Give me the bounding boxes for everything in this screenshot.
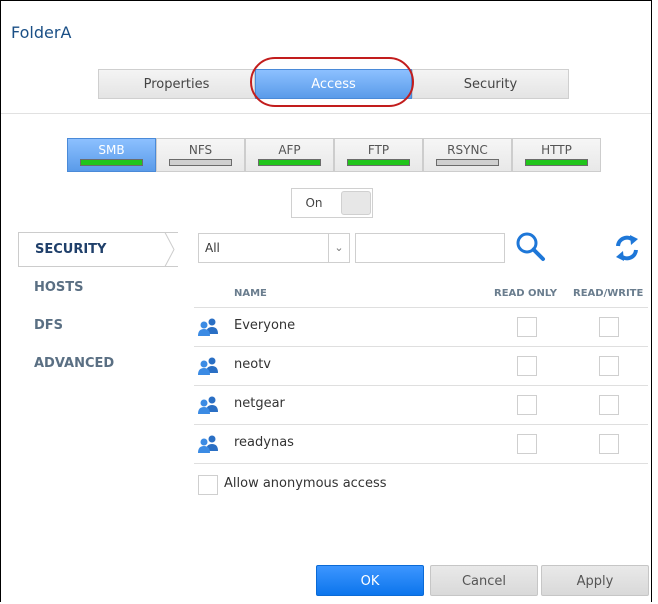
ftp-status-bar bbox=[347, 159, 410, 166]
read-write-checkbox[interactable] bbox=[599, 317, 619, 337]
group-icon bbox=[198, 396, 218, 414]
tab-smb-label: SMB bbox=[98, 143, 125, 157]
ok-button[interactable]: OK bbox=[316, 565, 424, 596]
header-read-write: READ/WRITE bbox=[573, 288, 644, 299]
protocol-tabs: SMB NFS AFP FTP RSYNC HTTP bbox=[67, 138, 601, 172]
group-icon bbox=[198, 435, 218, 453]
toggle-knob bbox=[341, 191, 371, 215]
tab-security[interactable]: Security bbox=[412, 69, 569, 99]
nav-security[interactable]: SECURITY bbox=[18, 232, 178, 267]
read-only-checkbox[interactable] bbox=[517, 356, 537, 376]
tab-access[interactable]: Access bbox=[255, 69, 412, 99]
nav-dfs[interactable]: DFS bbox=[18, 307, 178, 345]
nav-hosts[interactable]: HOSTS bbox=[18, 269, 178, 307]
table-header: NAME READ ONLY READ/WRITE bbox=[194, 281, 648, 307]
tab-nfs-label: NFS bbox=[188, 143, 213, 157]
table-row: neotv bbox=[194, 346, 648, 385]
row-name: readynas bbox=[234, 435, 294, 450]
anonymous-access-checkbox[interactable] bbox=[198, 475, 218, 495]
tab-smb[interactable]: SMB bbox=[67, 138, 156, 172]
tab-afp-label: AFP bbox=[278, 143, 301, 157]
user-filter-select[interactable]: All ⌄ bbox=[198, 233, 350, 263]
tab-ftp-label: FTP bbox=[367, 143, 390, 157]
header-read-only: READ ONLY bbox=[494, 288, 557, 299]
read-only-checkbox[interactable] bbox=[517, 434, 537, 454]
tab-rsync[interactable]: RSYNC bbox=[423, 138, 512, 172]
nav-advanced[interactable]: ADVANCED bbox=[18, 345, 178, 383]
row-name: Everyone bbox=[234, 318, 296, 333]
smb-status-bar bbox=[80, 159, 143, 166]
table-row: netgear bbox=[194, 385, 648, 424]
dialog-title: FolderA bbox=[11, 23, 72, 42]
group-icon bbox=[198, 357, 218, 375]
filter-value: All bbox=[205, 241, 220, 255]
active-nav-arrow bbox=[157, 232, 175, 267]
apply-button[interactable]: Apply bbox=[541, 565, 649, 596]
read-write-checkbox[interactable] bbox=[599, 395, 619, 415]
row-name: netgear bbox=[234, 396, 285, 411]
http-status-bar bbox=[525, 159, 588, 166]
rsync-status-bar bbox=[436, 159, 499, 166]
main-tabs: Properties Access Security bbox=[98, 69, 569, 99]
toggle-label: On bbox=[305, 196, 323, 210]
search-icon[interactable] bbox=[514, 230, 548, 264]
group-icon bbox=[198, 318, 218, 336]
table-bottom-divider bbox=[194, 463, 648, 465]
search-input-wrap bbox=[355, 233, 505, 263]
tab-http[interactable]: HTTP bbox=[512, 138, 601, 172]
tab-properties[interactable]: Properties bbox=[98, 69, 255, 99]
tab-nfs[interactable]: NFS bbox=[156, 138, 245, 172]
tab-http-label: HTTP bbox=[541, 143, 572, 157]
tab-rsync-label: RSYNC bbox=[447, 143, 488, 157]
read-only-checkbox[interactable] bbox=[517, 317, 537, 337]
row-name: neotv bbox=[234, 357, 271, 372]
chevron-down-icon: ⌄ bbox=[328, 234, 349, 262]
smb-enable-toggle[interactable]: On bbox=[291, 188, 373, 218]
search-input[interactable] bbox=[356, 234, 504, 262]
nfs-status-bar bbox=[169, 159, 232, 166]
header-name: NAME bbox=[234, 288, 267, 299]
tab-afp[interactable]: AFP bbox=[245, 138, 334, 172]
read-write-checkbox[interactable] bbox=[599, 356, 619, 376]
read-write-checkbox[interactable] bbox=[599, 434, 619, 454]
folder-access-dialog: FolderA Properties Access Security SMB N… bbox=[0, 0, 652, 602]
afp-status-bar bbox=[258, 159, 321, 166]
header-divider bbox=[1, 113, 651, 114]
anonymous-access-label: Allow anonymous access bbox=[224, 476, 387, 491]
tab-ftp[interactable]: FTP bbox=[334, 138, 423, 172]
cancel-button[interactable]: Cancel bbox=[430, 565, 538, 596]
access-table: NAME READ ONLY READ/WRITE Everyone neotv bbox=[194, 281, 648, 465]
table-row: readynas bbox=[194, 424, 648, 463]
access-sidenav: SECURITY HOSTS DFS ADVANCED bbox=[18, 232, 178, 383]
read-only-checkbox[interactable] bbox=[517, 395, 537, 415]
table-row: Everyone bbox=[194, 307, 648, 346]
refresh-icon[interactable] bbox=[614, 233, 640, 263]
